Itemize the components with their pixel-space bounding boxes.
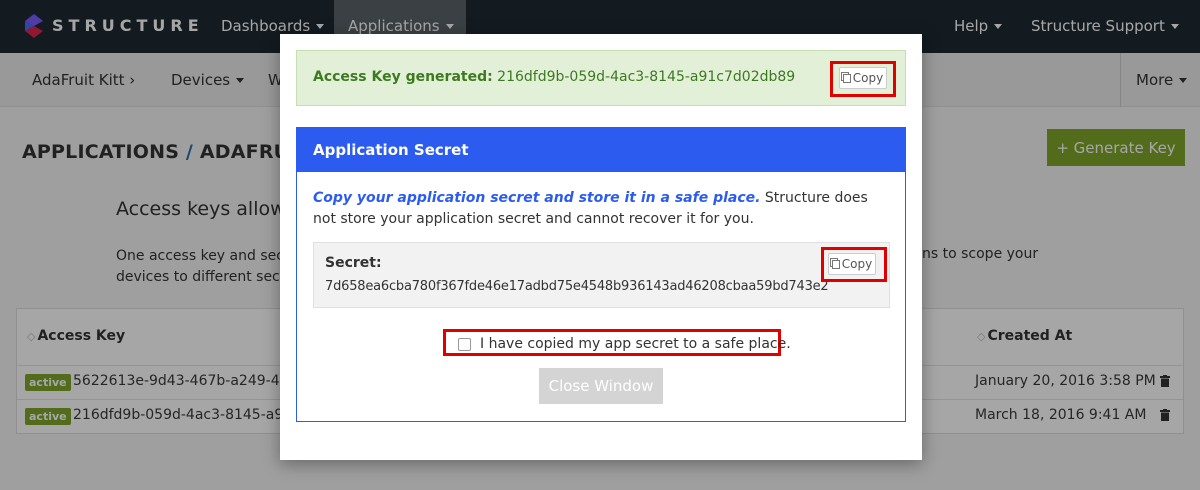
- alert-text: Access Key generated: 216dfd9b-059d-4ac3…: [313, 69, 795, 85]
- access-key-alert: Access Key generated: 216dfd9b-059d-4ac3…: [296, 50, 906, 106]
- application-secret-panel: Application Secret Copy your application…: [296, 127, 906, 422]
- generated-access-key: 216dfd9b-059d-4ac3-8145-a91c7d02db89: [497, 69, 796, 85]
- panel-description: Copy your application secret and store i…: [313, 188, 893, 230]
- copy-label: Copy: [841, 257, 873, 271]
- secret-box: Secret: 7d658ea6cba780f367fde46e17adbd75…: [313, 242, 890, 308]
- copy-icon: [831, 260, 840, 269]
- close-window-button[interactable]: Close Window: [539, 368, 663, 404]
- access-key-modal: Access Key generated: 216dfd9b-059d-4ac3…: [280, 34, 922, 460]
- confirm-checkbox[interactable]: [458, 338, 471, 351]
- alert-prefix: Access Key generated:: [313, 69, 493, 85]
- copy-access-key-button[interactable]: Copy: [839, 67, 887, 89]
- secret-value[interactable]: 7d658ea6cba780f367fde46e17adbd75e4548b93…: [325, 279, 829, 294]
- secret-label: Secret:: [325, 255, 382, 271]
- description-emphasis: Copy your application secret and store i…: [313, 190, 761, 206]
- panel-title: Application Secret: [297, 128, 905, 172]
- confirm-checkbox-label[interactable]: I have copied my app secret to a safe pl…: [480, 336, 791, 352]
- confirm-highlight-box: I have copied my app secret to a safe pl…: [443, 329, 791, 356]
- copy-label: Copy: [852, 71, 884, 85]
- copy-icon: [842, 74, 851, 83]
- copy-secret-button[interactable]: Copy: [828, 253, 876, 275]
